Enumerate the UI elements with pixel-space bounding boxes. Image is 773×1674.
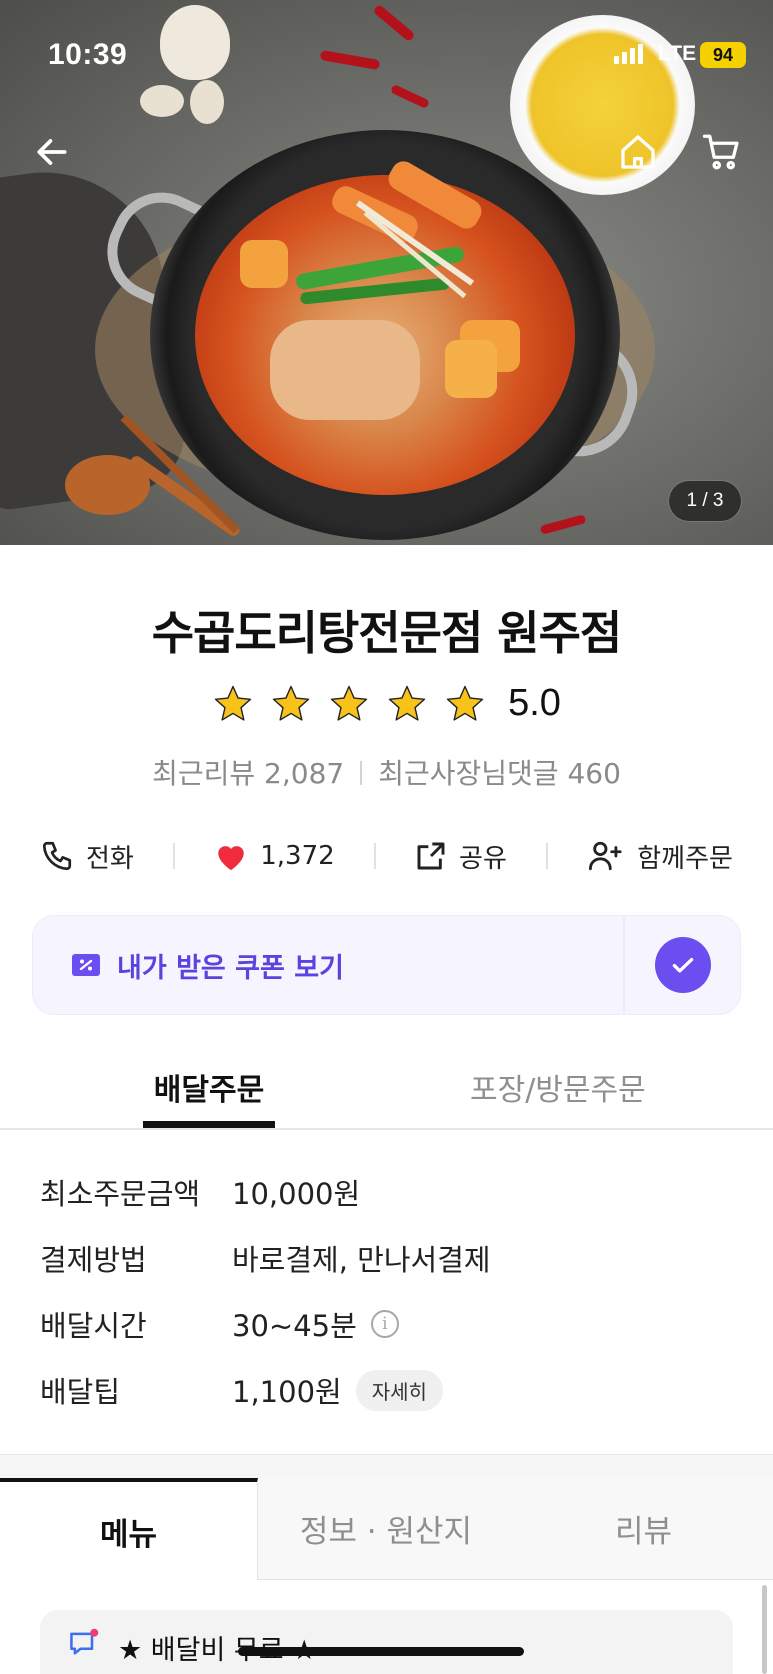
store-name: 수곱도리탕전문점 원주점 (151, 606, 623, 660)
delivery-time: 30~45분 (232, 1309, 357, 1343)
home-button[interactable] (614, 128, 662, 176)
store-hero-image[interactable]: 10:39 LTE 94 1 / 3 (0, 0, 773, 545)
notice-chat-icon (70, 1628, 99, 1655)
store-notice[interactable]: ★ 배달비 무료 ★ (40, 1610, 733, 1674)
review-summary[interactable]: 최근리뷰 2,087 최근사장님댓글 460 (0, 752, 773, 792)
cart-button[interactable] (698, 128, 746, 176)
info-value: 10,000원 (232, 1171, 360, 1213)
back-button[interactable] (28, 128, 76, 176)
star-icon (272, 685, 310, 721)
order-type-tabs: 배달주문 포장/방문주문 (0, 1055, 773, 1130)
home-indicator[interactable] (238, 1647, 524, 1656)
star-icon (388, 685, 426, 721)
call-button[interactable]: 전화 (40, 838, 134, 875)
info-value: 30~45분 i (232, 1303, 399, 1345)
coupon-check-button[interactable] (624, 915, 741, 1015)
tip-detail-button[interactable]: 자세히 (355, 1369, 443, 1411)
recent-review-count[interactable]: 최근리뷰 2,087 (152, 757, 344, 790)
rating-stars (212, 683, 486, 725)
divider (373, 843, 376, 869)
rating-value: 5.0 (508, 682, 561, 724)
info-row-payment: 결제방법 바로결제, 만나서결제 (40, 1238, 740, 1278)
info-key: 배달시간 (40, 1309, 147, 1343)
home-icon (621, 135, 655, 169)
owner-reply-count[interactable]: 최근사장님댓글 460 (378, 757, 621, 790)
divider (546, 843, 549, 869)
content-tabs: 메뉴 정보 · 원산지 리뷰 (0, 1478, 773, 1580)
status-time: 10:39 (48, 38, 128, 71)
star-icon (330, 685, 368, 721)
info-row-delivery-tip: 배달팁 1,100원 자세히 (40, 1369, 740, 1411)
coupon-icon (72, 954, 100, 976)
info-row-delivery-time: 배달시간 30~45분 i (40, 1304, 740, 1344)
group-order-button[interactable]: 함께주문 (587, 838, 733, 875)
image-counter: 1 / 3 (668, 480, 742, 522)
info-key: 배달팁 (40, 1375, 121, 1409)
divider (173, 843, 176, 869)
payment-methods: 바로결제, 만나서결제 (232, 1243, 491, 1277)
star-icon (446, 685, 484, 721)
info-row-min-order: 최소주문금액 10,000원 (40, 1172, 740, 1212)
battery-icon: 94 (700, 42, 746, 68)
tab-menu[interactable]: 메뉴 (0, 1478, 258, 1580)
add-person-icon (589, 841, 622, 871)
signal-icon (614, 44, 643, 64)
phone-icon (42, 841, 72, 871)
arrow-left-icon (37, 139, 67, 165)
info-key: 결제방법 (40, 1243, 147, 1277)
rating-row[interactable]: 5.0 (0, 682, 773, 725)
tab-reviews[interactable]: 리뷰 (514, 1478, 773, 1580)
share-label: 공유 (459, 843, 507, 874)
check-icon (654, 937, 711, 993)
share-icon (417, 842, 445, 870)
my-coupons-button[interactable]: 내가 받은 쿠폰 보기 (32, 915, 624, 1015)
section-divider (0, 1454, 773, 1478)
potato (445, 340, 497, 398)
store-actions: 전화 1,372 공유 함께주문 (40, 832, 733, 880)
group-order-label: 함께주문 (637, 843, 733, 874)
info-value: 1,100원 자세히 (232, 1369, 443, 1411)
share-button[interactable]: 공유 (415, 838, 507, 875)
chili-decoration (539, 514, 587, 535)
tab-pickup-order[interactable]: 포장/방문주문 (470, 1065, 646, 1109)
like-button[interactable]: 1,372 (214, 840, 335, 872)
chicken (270, 320, 420, 420)
min-order-amount: 10,000원 (232, 1177, 361, 1211)
star-icon (214, 685, 252, 721)
tab-info-origin[interactable]: 정보 · 원산지 (258, 1478, 514, 1580)
coupon-label: 내가 받은 쿠폰 보기 (117, 952, 344, 984)
info-key: 최소주문금액 (40, 1177, 201, 1211)
potato (240, 240, 288, 288)
cart-icon (702, 134, 739, 170)
battery-level: 94 (712, 45, 734, 65)
tab-delivery-order[interactable]: 배달주문 (143, 1065, 275, 1128)
like-count: 1,372 (260, 841, 335, 871)
scrollbar[interactable] (762, 1585, 767, 1674)
divider (360, 761, 363, 785)
call-label: 전화 (86, 843, 134, 874)
heart-icon (218, 846, 244, 871)
delivery-tip: 1,100원 (232, 1375, 342, 1409)
info-icon[interactable]: i (370, 1310, 399, 1338)
info-value: 바로결제, 만나서결제 (232, 1237, 491, 1279)
network-type: LTE (658, 42, 697, 65)
status-bar: 10:39 LTE 94 (0, 0, 773, 110)
